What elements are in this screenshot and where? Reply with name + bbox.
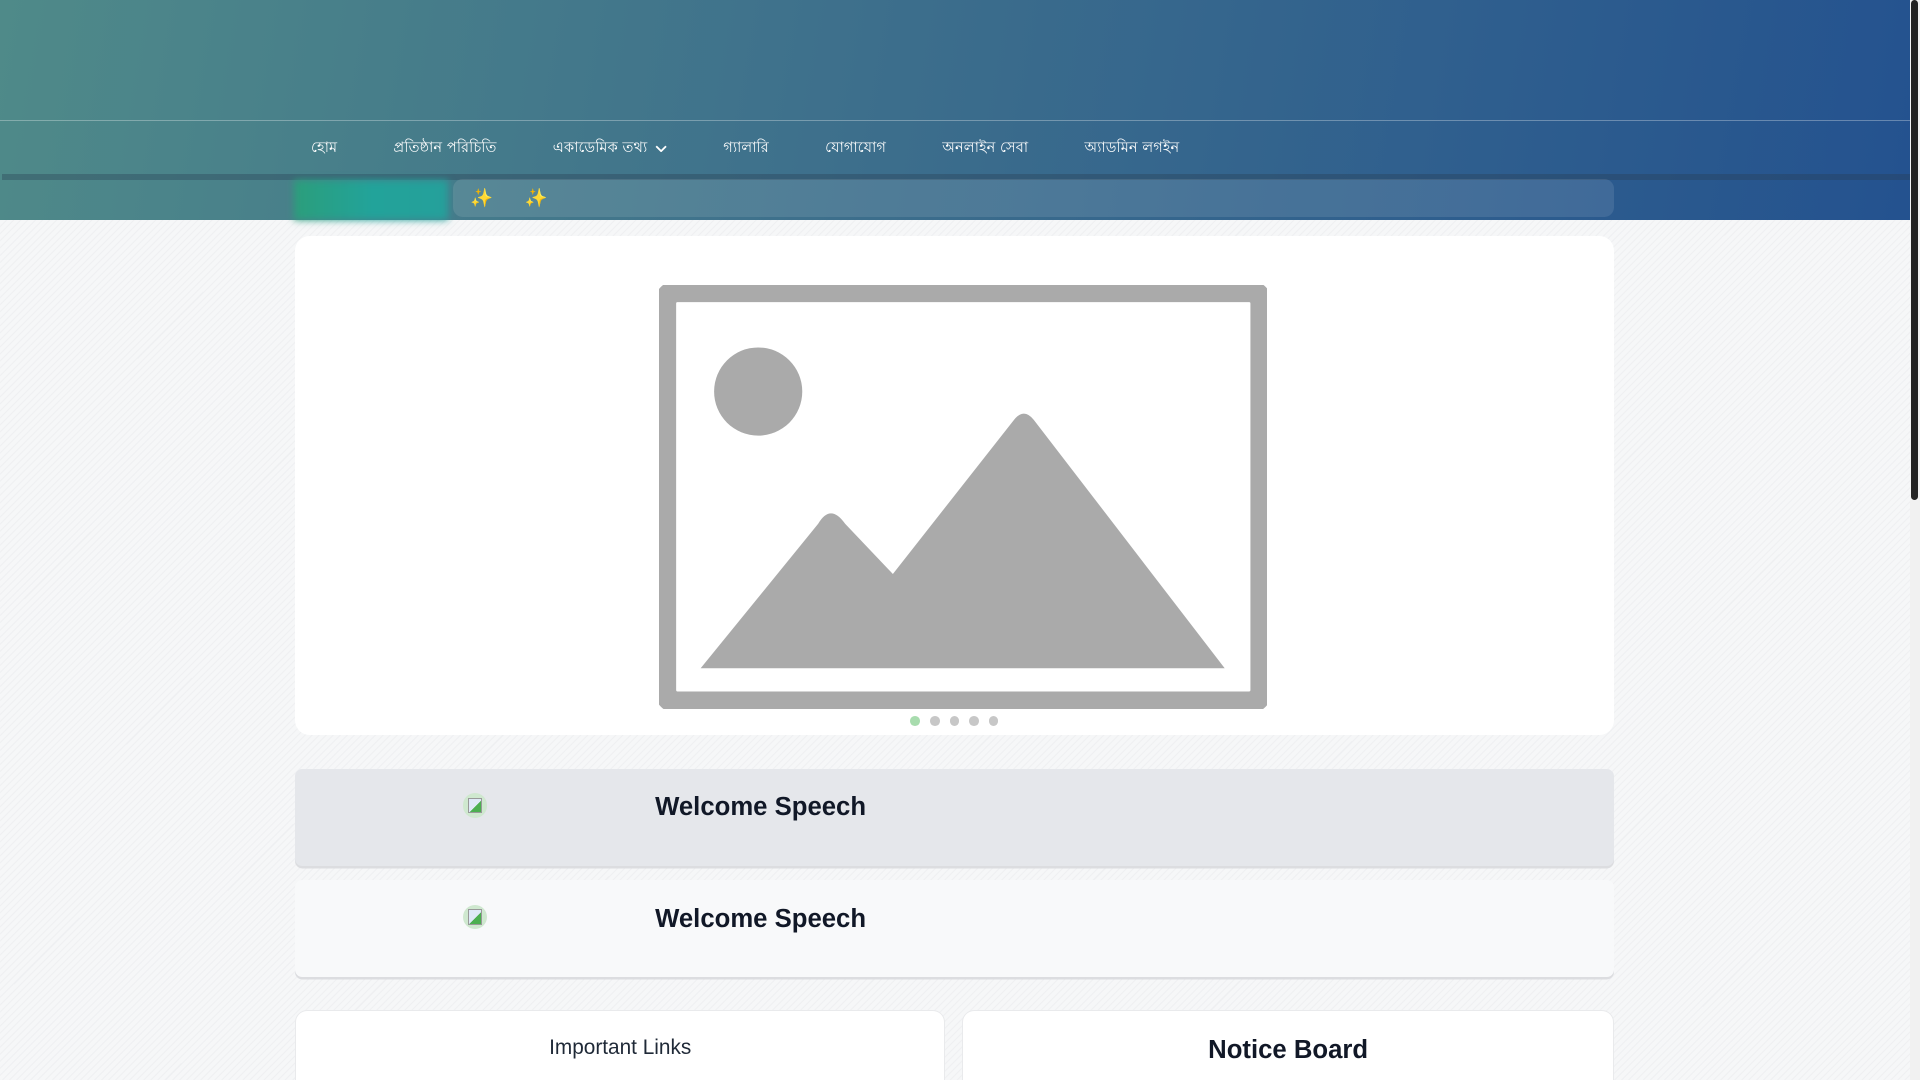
main-nav: হোম প্রতিষ্ঠান পরিচিতি একাডেমিক তথ্য গ্য… (311, 136, 1236, 161)
nav-academic-label: একাডেমিক তথ্য (552, 138, 648, 156)
chevron-down-icon (655, 145, 667, 153)
sparkle-icon: ✨ (470, 186, 494, 208)
nav-home[interactable]: হোম (311, 136, 337, 161)
nav-online-service[interactable]: অনলাইন সেবা (942, 136, 1028, 161)
nav-gallery[interactable]: গ্যালারি (723, 136, 769, 161)
divider (0, 120, 1911, 122)
nav-about[interactable]: প্রতিষ্ঠান পরিচিতি (393, 136, 496, 161)
broken-image-icon (462, 904, 488, 930)
speech-title: Welcome Speech (655, 904, 867, 933)
important-links-title: Important Links (549, 1035, 692, 1059)
nav-academic[interactable]: একাডেমিক তথ্য (553, 136, 667, 161)
news-ticker[interactable]: ✨ ✨ (453, 178, 1614, 217)
image-carousel[interactable] (295, 236, 1614, 735)
ticker-label (293, 180, 449, 221)
carousel-dot-5[interactable] (988, 716, 999, 727)
speech-title: Welcome Speech (655, 793, 867, 822)
important-links-card: Important Links (295, 1010, 946, 1080)
notice-board-title: Notice Board (1208, 1035, 1369, 1064)
carousel-dots (295, 716, 1614, 727)
carousel-dot-3[interactable] (949, 716, 960, 727)
carousel-dot-2[interactable] (930, 716, 940, 727)
welcome-speech-item[interactable]: Welcome Speech (295, 768, 1614, 866)
image-placeholder-icon (658, 285, 1268, 709)
nav-admin-login[interactable]: অ্যাডমিন লগইন (1084, 136, 1179, 161)
carousel-dot-1[interactable] (910, 716, 921, 727)
welcome-speech-item[interactable]: Welcome Speech (295, 880, 1614, 978)
scrollbar-thumb[interactable] (1911, 0, 1918, 500)
broken-image-icon (462, 793, 488, 818)
nav-contact[interactable]: যোগাযোগ (825, 136, 886, 161)
notice-board-card: Notice Board (962, 1010, 1614, 1080)
sparkle-icon: ✨ (524, 186, 548, 208)
carousel-dot-4[interactable] (969, 716, 979, 727)
